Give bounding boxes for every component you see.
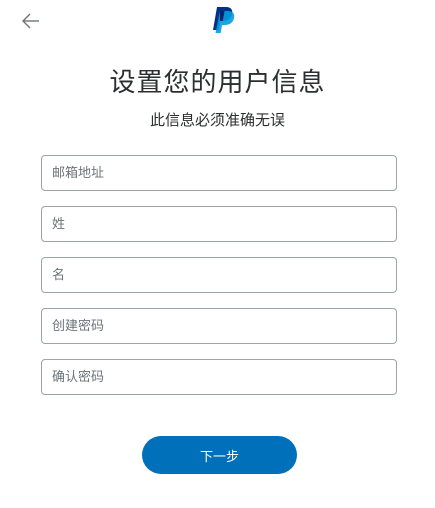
email-field[interactable]	[41, 155, 397, 191]
paypal-logo-icon	[211, 6, 237, 34]
page-title: 设置您的用户信息	[109, 68, 326, 98]
last-name-field[interactable]	[41, 206, 397, 242]
page-subtitle: 此信息必须准确无误	[149, 111, 285, 129]
arrow-left-icon	[22, 13, 39, 29]
first-name-field[interactable]	[41, 257, 397, 293]
back-button[interactable]	[20, 10, 42, 32]
confirm-password-field[interactable]	[41, 359, 397, 395]
next-button[interactable]: 下一步	[142, 436, 297, 474]
create-password-field[interactable]	[41, 308, 397, 344]
